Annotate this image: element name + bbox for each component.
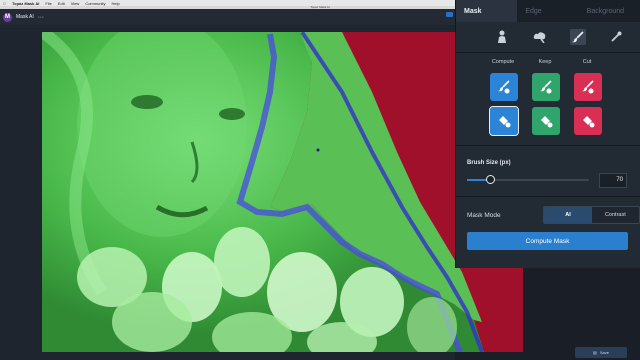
brush-column-heads: Compute Keep Cut: [456, 53, 640, 69]
save-label: Save: [599, 350, 609, 355]
image-canvas[interactable]: [42, 32, 523, 352]
cut-brush-button[interactable]: [574, 73, 602, 101]
brush-size-slider[interactable]: [467, 175, 589, 184]
keep-brush-icon: [540, 80, 552, 94]
menu-community[interactable]: Community: [85, 1, 105, 6]
brush-size-handle[interactable]: [485, 175, 495, 184]
menu-app-name[interactable]: Topaz Mask AI: [12, 1, 39, 6]
cloud-brush-icon[interactable]: [532, 29, 548, 45]
view-toggle-button[interactable]: [446, 12, 453, 17]
person-brush-icon[interactable]: [494, 29, 510, 45]
menu-help[interactable]: Help: [112, 1, 120, 6]
left-eye: [131, 95, 163, 109]
app-logo-icon: M: [3, 12, 12, 22]
mask-mode-row: Mask Mode AI Contrast: [456, 202, 640, 228]
menu-view[interactable]: View: [71, 1, 80, 6]
brush-size-row: 70: [456, 170, 640, 190]
tab-background[interactable]: Background: [579, 0, 640, 22]
compute-brush-icon: [498, 80, 510, 94]
eyedropper-icon[interactable]: [608, 29, 624, 45]
compute-fill-icon: [499, 116, 511, 128]
mask-mode-contrast[interactable]: Contrast: [591, 207, 639, 223]
tab-mask[interactable]: Mask: [456, 0, 518, 22]
brush-size-input[interactable]: 70: [599, 172, 627, 188]
compute-brush-button[interactable]: [490, 73, 518, 101]
right-eye: [219, 108, 245, 120]
right-panel: Mask Edge Background Compute Keep Cut Br…: [455, 0, 640, 268]
cut-brush-icon: [582, 80, 594, 94]
mask-mode-ai[interactable]: AI: [544, 207, 592, 223]
col-compute: Compute: [491, 59, 515, 65]
panel-tabs: Mask Edge Background: [456, 0, 640, 22]
keep-fill-button[interactable]: [532, 107, 560, 135]
brush-size-label: Brush Size (px): [467, 160, 511, 166]
keep-brush-button[interactable]: [532, 73, 560, 101]
app-name: Mask AI: [16, 14, 34, 20]
mask-mode-label: Mask Mode: [467, 211, 501, 219]
keep-fill-icon: [541, 116, 553, 128]
brush-grid: [456, 69, 640, 145]
brush-icon[interactable]: [570, 29, 586, 45]
tab-edge[interactable]: Edge: [517, 0, 578, 22]
cut-fill-button[interactable]: [574, 107, 602, 135]
mask-mode-toggle: AI Contrast: [543, 206, 640, 224]
menu-edit[interactable]: Edit: [58, 1, 65, 6]
masked-image: [42, 32, 523, 352]
compute-fill-button[interactable]: [489, 106, 519, 136]
apple-icon[interactable]: : [3, 1, 6, 6]
brush-cursor: [316, 148, 320, 152]
compute-mask-button[interactable]: Compute Mask: [467, 232, 628, 250]
menu-file[interactable]: File: [45, 1, 51, 6]
save-icon: ▤: [593, 350, 597, 355]
app-version: v1.0: [37, 15, 44, 19]
col-cut: Cut: [582, 59, 592, 65]
save-button[interactable]: ▤ Save: [575, 347, 627, 358]
app-header: M Mask AI v1.0: [0, 9, 455, 25]
divider: [456, 196, 640, 197]
cut-fill-icon: [583, 116, 595, 128]
tool-row: [456, 22, 640, 52]
col-keep: Keep: [538, 59, 552, 65]
